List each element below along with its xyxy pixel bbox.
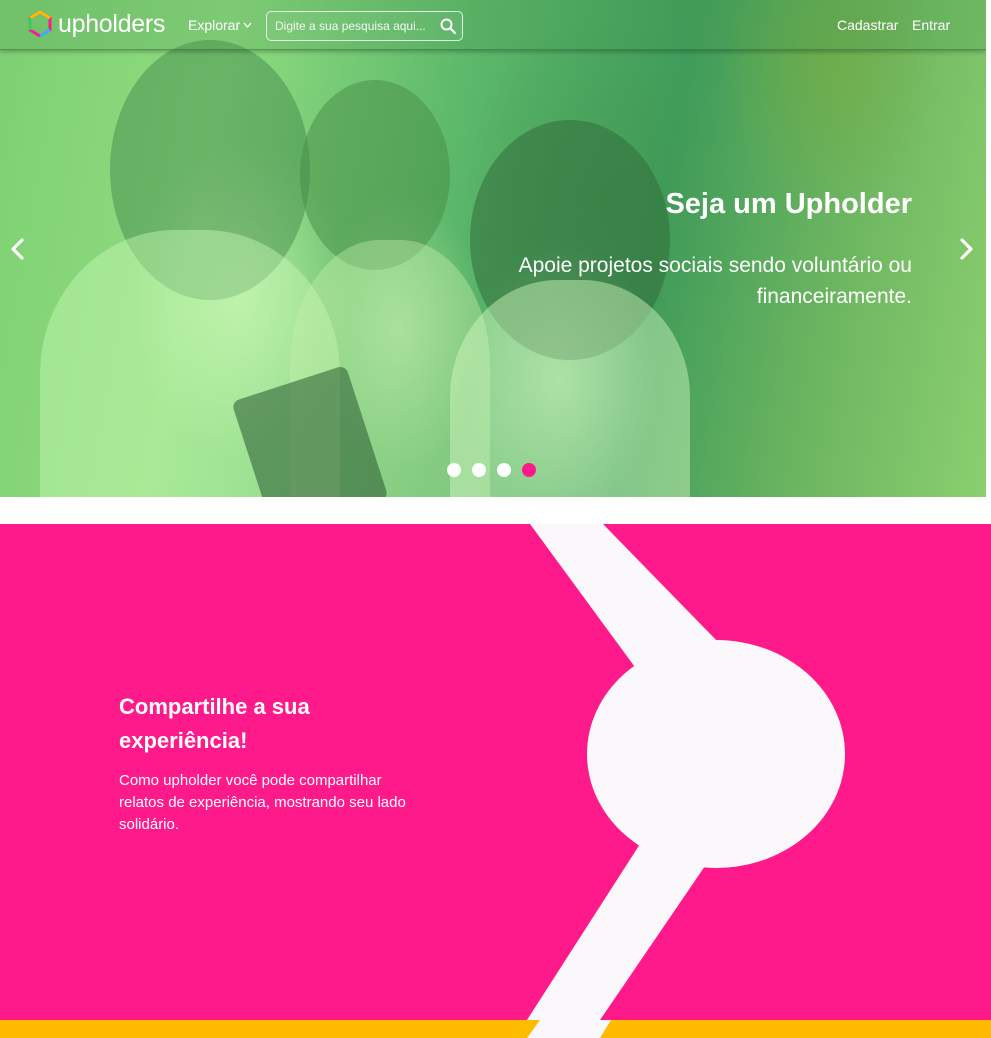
chevron-down-icon bbox=[243, 20, 252, 31]
explore-label: Explorar bbox=[188, 17, 241, 33]
hero-title: Seja um Upholder bbox=[665, 188, 912, 220]
feature-text: Como upholder você pode compartilhar rel… bbox=[119, 772, 406, 833]
search-icon[interactable] bbox=[439, 17, 457, 35]
share-experience-section: Compartilhe a sua experiência! Como upho… bbox=[0, 524, 991, 1020]
search-input[interactable] bbox=[267, 12, 437, 40]
signup-link[interactable]: Cadastrar bbox=[837, 17, 898, 33]
carousel-dot-4[interactable] bbox=[522, 463, 536, 477]
road-illustration-bottom bbox=[527, 1020, 611, 1038]
carousel-dot-1[interactable] bbox=[447, 463, 461, 477]
carousel-indicators bbox=[447, 463, 536, 477]
hero-subtitle: Apoie projetos sociais sendo voluntário … bbox=[518, 254, 912, 308]
search-box bbox=[266, 11, 463, 41]
upholders-logo-icon bbox=[28, 10, 52, 38]
logo-text: upholders bbox=[58, 10, 166, 38]
feature-title: Compartilhe a sua experiência! bbox=[119, 694, 310, 753]
carousel-prev-button[interactable] bbox=[7, 236, 29, 262]
explore-menu[interactable]: Explorar bbox=[188, 17, 252, 33]
chevron-left-icon bbox=[7, 238, 29, 266]
login-link[interactable]: Entrar bbox=[912, 17, 950, 33]
hero-carousel: upholders Explorar Cadastrar Entrar Seja… bbox=[0, 0, 986, 497]
carousel-next-button[interactable] bbox=[955, 236, 977, 262]
chevron-right-icon bbox=[955, 238, 977, 266]
carousel-dot-3[interactable] bbox=[497, 463, 511, 477]
logo-link[interactable]: upholders bbox=[28, 10, 166, 38]
carousel-dot-2[interactable] bbox=[472, 463, 486, 477]
top-navbar: upholders Explorar Cadastrar Entrar bbox=[0, 0, 986, 50]
